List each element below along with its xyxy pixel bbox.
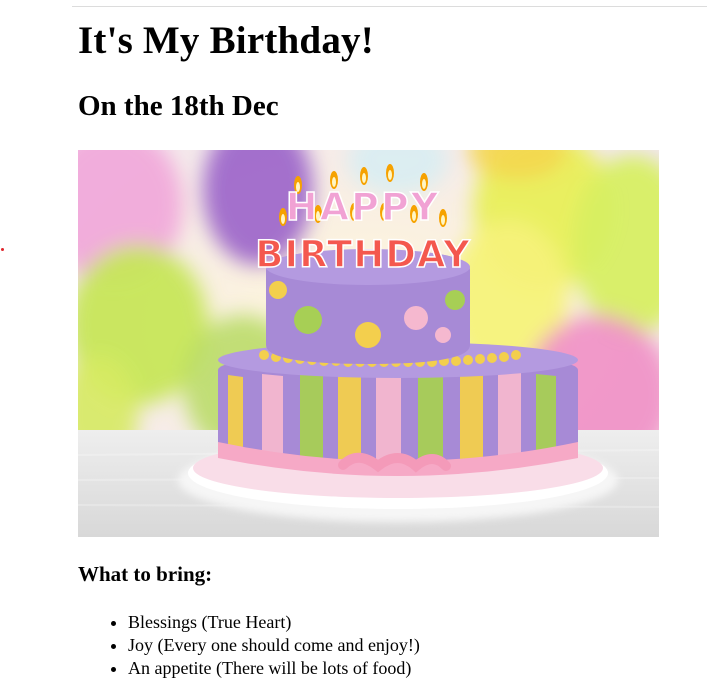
red-dot-marker: [1, 248, 4, 251]
birthday-cake-image: HAPPY BIRTHDAY: [78, 150, 659, 537]
page-title: It's My Birthday!: [78, 19, 374, 62]
list-item: Joy (Every one should come and enjoy!): [128, 634, 420, 657]
list-item: An appetite (There will be lots of food): [128, 657, 420, 680]
what-to-bring-heading: What to bring:: [78, 562, 213, 586]
top-divider: [72, 6, 707, 7]
list-item: Blessings (True Heart): [128, 611, 420, 634]
bring-list: Blessings (True Heart) Joy (Every one sh…: [78, 611, 420, 680]
candle-text-birthday: BIRTHDAY: [255, 233, 471, 276]
page-subtitle: On the 18th Dec: [78, 90, 279, 122]
candle-text-happy: HAPPY: [286, 185, 440, 229]
cake-illustration: HAPPY BIRTHDAY: [78, 150, 659, 537]
